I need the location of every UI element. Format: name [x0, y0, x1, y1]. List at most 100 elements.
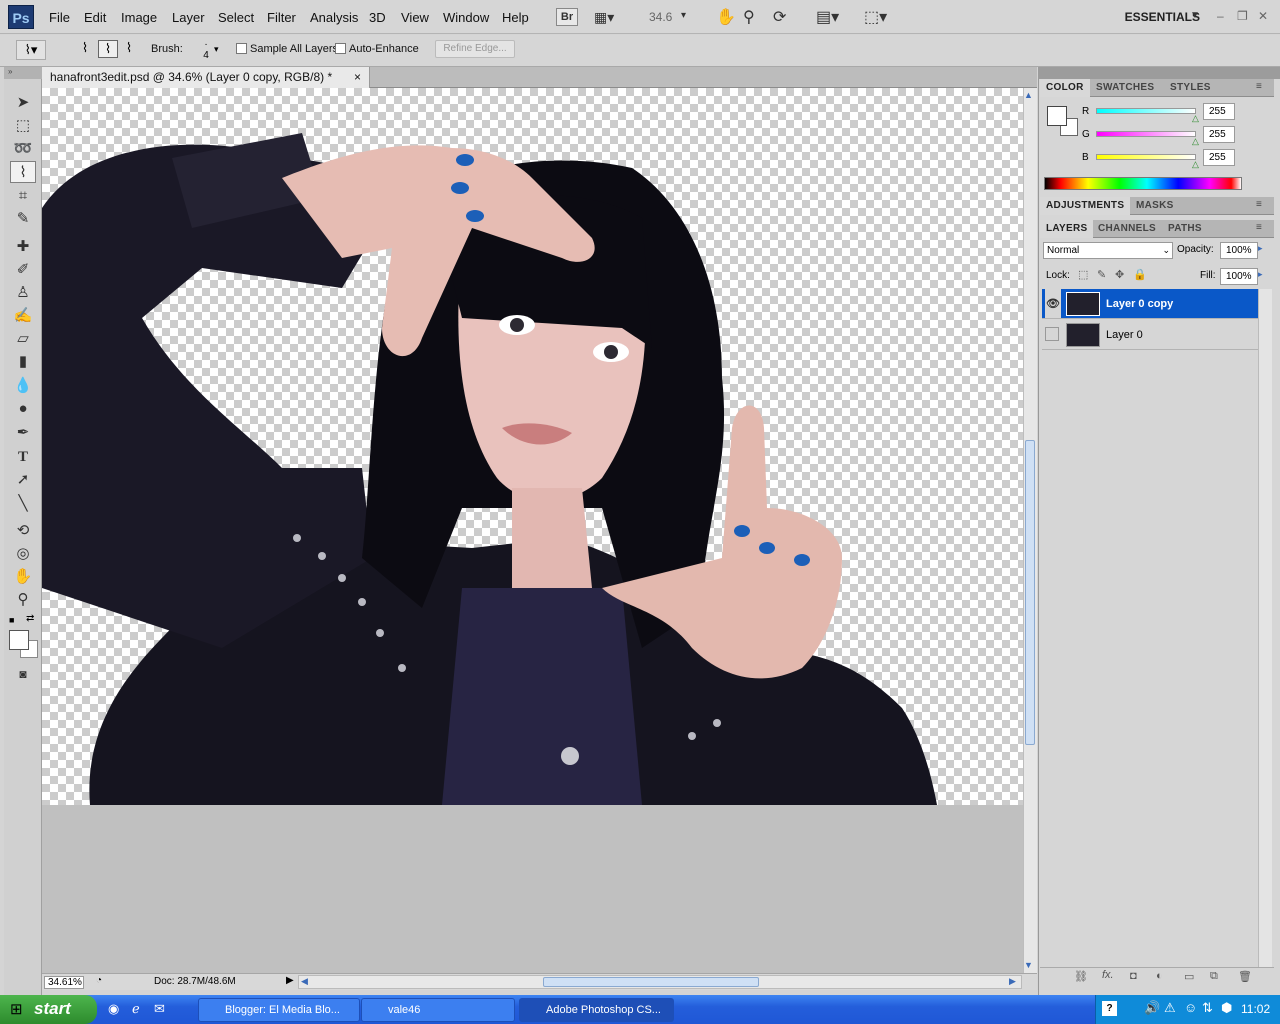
screen-mode-icon[interactable]: ⬚▾ [864, 7, 887, 27]
panel-menu-icon[interactable]: ≡ [1256, 81, 1262, 92]
link-layers-icon[interactable]: ⛓ [1074, 970, 1088, 983]
layer-name[interactable]: Layer 0 [1106, 320, 1143, 350]
adjustment-layer-icon[interactable]: ◐ [1156, 970, 1163, 982]
tool-preset-picker[interactable]: ⌇▾ [16, 40, 46, 60]
menu-view[interactable]: View [401, 10, 429, 25]
rotate-view-icon[interactable]: ⟳ [773, 7, 786, 27]
view-extras-icon[interactable]: ▦▾ [594, 9, 624, 25]
tab-channels[interactable]: CHANNELS [1092, 220, 1162, 238]
lock-position-icon[interactable]: ✥ [1115, 268, 1124, 281]
eraser-tool-icon[interactable]: ▱ [10, 328, 36, 350]
fx-icon[interactable]: fx. [1102, 969, 1114, 981]
lock-transparent-icon[interactable]: ⬚ [1078, 268, 1088, 281]
panel-menu-icon[interactable]: ≡ [1256, 199, 1262, 210]
tab-swatches[interactable]: SWATCHES [1090, 79, 1160, 97]
menu-edit[interactable]: Edit [84, 10, 106, 25]
quick-selection-tool-icon[interactable]: ⌇ [10, 161, 36, 183]
default-colors-icon[interactable]: ■ [9, 615, 14, 625]
horizontal-scrollbar[interactable]: ◀ ▶ [298, 975, 1022, 989]
history-brush-tool-icon[interactable]: ✍ [10, 305, 36, 327]
clone-stamp-tool-icon[interactable]: ♙ [10, 282, 36, 304]
tray-icon[interactable]: ⚠ [1164, 1000, 1176, 1016]
swap-colors-icon[interactable]: ⇄ [26, 613, 34, 624]
tab-masks[interactable]: MASKS [1130, 197, 1180, 215]
panel-menu-icon[interactable]: ≡ [1256, 222, 1262, 233]
fill-arrow-icon[interactable]: ▸ [1258, 269, 1263, 280]
close-document-icon[interactable]: × [354, 67, 361, 87]
menu-analysis[interactable]: Analysis [310, 10, 358, 25]
visibility-toggle[interactable] [1045, 327, 1059, 341]
tab-styles[interactable]: STYLES [1164, 79, 1217, 97]
color-spectrum-ramp[interactable] [1044, 177, 1242, 190]
add-mask-icon[interactable]: ◘ [1130, 970, 1137, 982]
lock-image-icon[interactable]: ✎ [1097, 268, 1106, 281]
menu-help[interactable]: Help [502, 10, 529, 25]
messenger-icon[interactable]: ☺ [1184, 1000, 1197, 1015]
scroll-down-icon[interactable]: ▼ [1024, 960, 1033, 970]
menu-select[interactable]: Select [218, 10, 254, 25]
path-selection-tool-icon[interactable]: ➚ [10, 469, 36, 491]
outlook-icon[interactable]: ✉ [154, 1001, 165, 1017]
network-icon[interactable]: ⇅ [1202, 1000, 1213, 1016]
dodge-tool-icon[interactable]: ● [10, 398, 36, 420]
eyedropper-tool-icon[interactable]: ✎ [10, 208, 36, 230]
layer-row[interactable]: Layer 0 [1042, 320, 1258, 350]
menu-filter[interactable]: Filter [267, 10, 296, 25]
vertical-scroll-thumb[interactable] [1025, 440, 1035, 745]
chrome-icon[interactable]: ◉ [108, 1001, 119, 1017]
foreground-swatch[interactable] [1047, 106, 1067, 126]
opacity-arrow-icon[interactable]: ▸ [1258, 243, 1263, 254]
layer-row[interactable]: 👁 Layer 0 copy [1042, 289, 1258, 319]
pen-tool-icon[interactable]: ✒ [10, 422, 36, 444]
lasso-tool-icon[interactable]: ➿ [10, 138, 36, 160]
type-tool-icon[interactable]: T [10, 446, 36, 468]
blue-slider-thumb[interactable]: △ [1192, 159, 1199, 170]
sample-all-layers-checkbox[interactable]: Sample All Layers [236, 43, 338, 55]
new-layer-icon[interactable]: ⧉ [1210, 970, 1218, 983]
refine-edge-button[interactable]: Refine Edge... [435, 40, 515, 58]
status-menu-icon[interactable]: ▶ [286, 975, 294, 986]
3d-orbit-tool-icon[interactable]: ◎ [10, 543, 36, 565]
zoom-dropdown-icon[interactable]: ▾ [681, 10, 686, 21]
help-icon[interactable]: ? [1102, 1001, 1117, 1016]
green-value-field[interactable]: 255 [1203, 126, 1235, 143]
workspace-switcher[interactable]: ESSENTIALS [1125, 10, 1200, 24]
red-value-field[interactable]: 255 [1203, 103, 1235, 120]
tab-color[interactable]: COLOR [1040, 79, 1090, 97]
close-window-icon[interactable]: ✕ [1258, 9, 1268, 23]
task-vale46[interactable]: vale46 [361, 998, 515, 1022]
menu-window[interactable]: Window [443, 10, 489, 25]
zoom-tool-icon[interactable]: ⚲ [743, 7, 755, 27]
tools-collapse-icon[interactable]: » [4, 67, 42, 79]
minimize-icon[interactable]: – [1217, 9, 1224, 23]
scroll-left-icon[interactable]: ◀ [301, 976, 308, 987]
menu-layer[interactable]: Layer [172, 10, 205, 25]
zoom-percent-field[interactable]: 34.61% [44, 976, 84, 989]
healing-brush-tool-icon[interactable]: ✚ [10, 236, 36, 258]
menu-3d[interactable]: 3D [369, 10, 386, 25]
blur-tool-icon[interactable]: 💧 [10, 375, 36, 397]
menu-file[interactable]: File [49, 10, 70, 25]
trash-icon[interactable]: 🗑 [1238, 970, 1252, 983]
auto-enhance-checkbox[interactable]: Auto-Enhance [335, 43, 419, 55]
workspace-dropdown-icon[interactable]: ▼ [1190, 10, 1200, 21]
checkbox-box[interactable] [335, 43, 346, 54]
task-photoshop[interactable]: Adobe Photoshop CS... [519, 998, 674, 1022]
marquee-tool-icon[interactable]: ⬚ [10, 115, 36, 137]
zoom-tool-icon[interactable]: ⚲ [10, 589, 36, 611]
red-slider[interactable] [1096, 108, 1196, 114]
crop-tool-icon[interactable]: ⌗ [10, 185, 36, 207]
quick-mask-icon[interactable]: ◙ [10, 663, 36, 685]
task-blogger[interactable]: Blogger: El Media Blo... [198, 998, 360, 1022]
ie-icon[interactable]: ℯ [132, 1001, 140, 1017]
line-tool-icon[interactable]: ╲ [10, 493, 36, 515]
subtract-selection-icon[interactable]: ⌇ [120, 40, 138, 58]
tab-adjustments[interactable]: ADJUSTMENTS [1040, 197, 1131, 215]
status-icon[interactable]: ◔ [96, 975, 102, 986]
update-icon[interactable]: ⬢ [1221, 1000, 1232, 1016]
foreground-color-swatch[interactable] [9, 630, 29, 650]
hand-tool-icon[interactable]: ✋ [716, 7, 736, 27]
layer-name[interactable]: Layer 0 copy [1106, 289, 1173, 319]
opacity-field[interactable]: 100% [1220, 242, 1258, 259]
new-selection-icon[interactable]: ⌇ [76, 40, 94, 58]
